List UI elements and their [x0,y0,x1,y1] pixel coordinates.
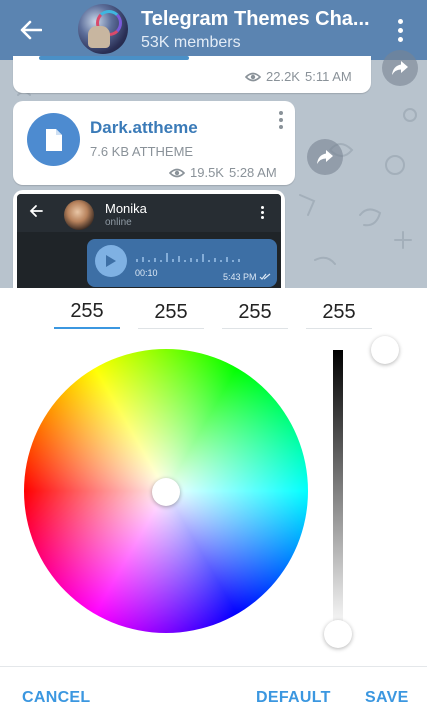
media-bar [39,56,189,60]
share-icon [317,150,333,164]
message-meta: 19.5K 5:28 AM [169,165,277,180]
voice-time: 5:43 PM [223,272,271,282]
more-vert-icon[interactable] [390,14,410,46]
message-meta: 22.2K 5:11 AM [245,69,352,84]
color-value-field-4[interactable] [306,296,372,329]
preview-contact-status: online [105,217,132,228]
share-icon [392,61,408,75]
file-name[interactable]: Dark.attheme [90,118,198,138]
color-value-field-1[interactable] [54,296,120,329]
dialog-actions: CANCEL DEFAULT SAVE [0,666,427,727]
color-value-field-2[interactable] [138,296,204,329]
default-button[interactable]: DEFAULT [256,689,331,707]
chat-background: Telegram Themes Cha... 53K members 22.2K… [0,0,427,288]
color-value-inputs [0,296,427,332]
cancel-button[interactable]: CANCEL [22,689,90,707]
theme-preview-bubble[interactable]: Monika online 00:10 5:43 PM [13,190,285,288]
back-button[interactable] [14,14,48,46]
preview-voice-message: 00:10 5:43 PM [87,239,277,287]
color-value-field-3[interactable] [222,296,288,329]
back-arrow-icon [29,205,43,217]
color-wheel-handle[interactable] [152,478,180,506]
message-time: 5:28 AM [228,165,277,180]
file-icon[interactable] [27,113,80,166]
chat-header: Telegram Themes Cha... 53K members [0,0,427,60]
brightness-slider-handle[interactable] [324,620,352,648]
share-button[interactable] [382,50,418,86]
brightness-slider[interactable] [333,350,343,632]
back-arrow-icon [20,20,42,40]
preview-header: Monika online [17,194,281,232]
message-time: 5:11 AM [304,69,352,84]
save-button[interactable]: SAVE [365,689,409,707]
file-info: 7.6 KB ATTHEME [90,144,194,159]
view-count: 19.5K [190,165,224,180]
voice-duration: 00:10 [135,268,158,278]
message-bubble: 22.2K 5:11 AM [13,56,371,93]
double-check-icon [259,273,271,280]
view-count: 22.2K [266,69,300,84]
waveform [136,253,240,262]
eye-icon [245,72,261,81]
color-picker-dialog: CANCEL DEFAULT SAVE [0,288,427,727]
file-message-bubble[interactable]: Dark.attheme 7.6 KB ATTHEME 19.5K 5:28 A… [13,101,295,185]
member-count: 53K members [141,34,241,51]
chat-title[interactable]: Telegram Themes Cha... [141,8,373,31]
channel-avatar[interactable] [78,4,128,54]
share-button[interactable] [307,139,343,175]
avatar [64,200,94,230]
eye-icon [169,168,185,177]
more-vert-icon [261,206,264,219]
more-vert-icon[interactable] [275,109,287,131]
theme-preview-image[interactable]: Monika online 00:10 5:43 PM [17,194,281,288]
alpha-slider-handle[interactable] [371,336,399,364]
play-icon [95,245,127,277]
preview-contact-name: Monika [105,201,147,216]
